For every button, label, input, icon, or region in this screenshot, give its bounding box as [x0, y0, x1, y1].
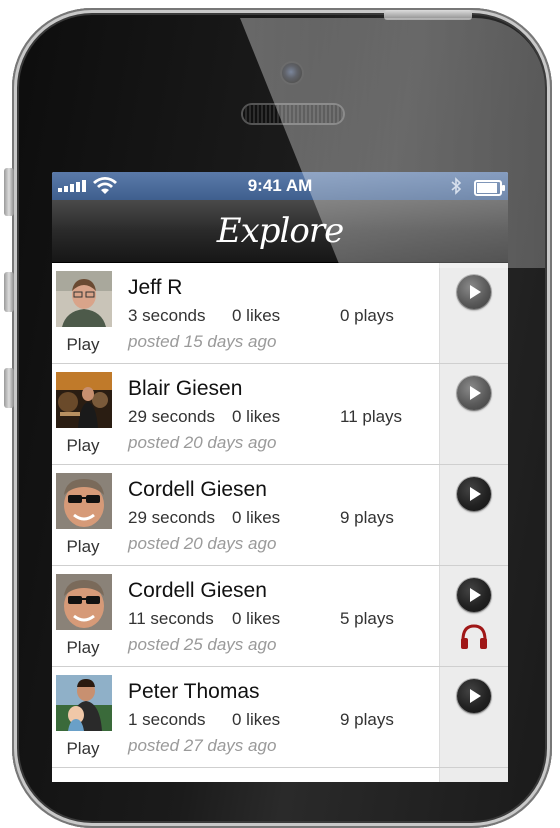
play-button[interactable]: [457, 578, 491, 612]
earpiece-speaker: [243, 105, 343, 123]
avatar[interactable]: [56, 271, 112, 327]
posted-time: posted 27 days ago: [128, 736, 277, 755]
play-button[interactable]: [457, 477, 491, 511]
recordings-list[interactable]: Play Jeff R 3 seconds 0 likes 0 plays po…: [52, 263, 508, 782]
list-item[interactable]: Play Cordell Giesen 11 seconds 0 likes 5…: [52, 566, 508, 667]
power-button: [384, 10, 472, 20]
play-button[interactable]: [457, 679, 491, 713]
duration: 29 seconds: [128, 508, 215, 527]
plays-count: 9 plays: [340, 710, 394, 729]
list-item[interactable]: Play Jeff R 3 seconds 0 likes 0 plays po…: [52, 263, 508, 364]
author-name: Cordell Giesen: [128, 478, 267, 501]
navigation-bar: Explore: [52, 200, 508, 263]
play-icon: [470, 689, 481, 703]
likes-count: 0 likes: [232, 508, 281, 527]
play-label[interactable]: Play: [52, 436, 114, 456]
list-item[interactable]: Play Peter Thomas 1 seconds 0 likes 9 pl…: [52, 667, 508, 768]
plays-count: 0 plays: [340, 306, 394, 325]
avatar[interactable]: [56, 574, 112, 630]
play-label[interactable]: Play: [52, 335, 114, 355]
bluetooth-icon: [451, 177, 462, 195]
author-name: Jeff R: [128, 276, 183, 299]
front-camera: [282, 63, 302, 83]
likes-count: 0 likes: [232, 710, 281, 729]
mute-switch: [4, 168, 14, 216]
play-button[interactable]: [457, 376, 491, 410]
author-name: Peter Thomas: [128, 680, 260, 703]
avatar[interactable]: [56, 473, 112, 529]
volume-up-button: [4, 272, 14, 312]
page-title: Explore: [216, 211, 344, 251]
plays-count: 5 plays: [340, 609, 394, 628]
duration: 3 seconds: [128, 306, 206, 325]
avatar[interactable]: [56, 372, 112, 428]
volume-down-button: [4, 368, 14, 408]
play-icon: [470, 487, 481, 501]
play-icon: [470, 386, 481, 400]
posted-time: posted 25 days ago: [128, 635, 277, 654]
posted-time: posted 15 days ago: [128, 332, 277, 351]
duration: 29 seconds: [128, 407, 215, 426]
plays-count: 9 plays: [340, 508, 394, 527]
status-time: 9:41 AM: [247, 176, 313, 195]
play-button[interactable]: [457, 275, 491, 309]
list-item-partial[interactable]: [52, 768, 508, 782]
play-label[interactable]: Play: [52, 537, 114, 557]
status-bar: 9:41 AM: [52, 172, 508, 200]
avatar[interactable]: [56, 675, 112, 731]
list-item[interactable]: Play Blair Giesen 29 seconds 0 likes 11 …: [52, 364, 508, 465]
duration: 11 seconds: [128, 609, 214, 628]
author-name: Blair Giesen: [128, 377, 243, 400]
duration: 1 seconds: [128, 710, 206, 729]
partial-action-column: [439, 768, 508, 782]
likes-count: 0 likes: [232, 609, 281, 628]
posted-time: posted 20 days ago: [128, 433, 277, 452]
likes-count: 0 likes: [232, 407, 281, 426]
play-label[interactable]: Play: [52, 739, 114, 759]
screen: 9:41 AM Explore Play Jeff R 3 seconds 0 …: [52, 172, 508, 782]
likes-count: 0 likes: [232, 306, 281, 325]
author-name: Cordell Giesen: [128, 579, 267, 602]
play-label[interactable]: Play: [52, 638, 114, 658]
list-item[interactable]: Play Cordell Giesen 29 seconds 0 likes 9…: [52, 465, 508, 566]
plays-count: 11 plays: [340, 407, 403, 426]
play-icon: [470, 285, 481, 299]
play-icon: [470, 588, 481, 602]
posted-time: posted 20 days ago: [128, 534, 277, 553]
headphones-icon: [461, 624, 487, 649]
battery-icon: [474, 180, 505, 196]
